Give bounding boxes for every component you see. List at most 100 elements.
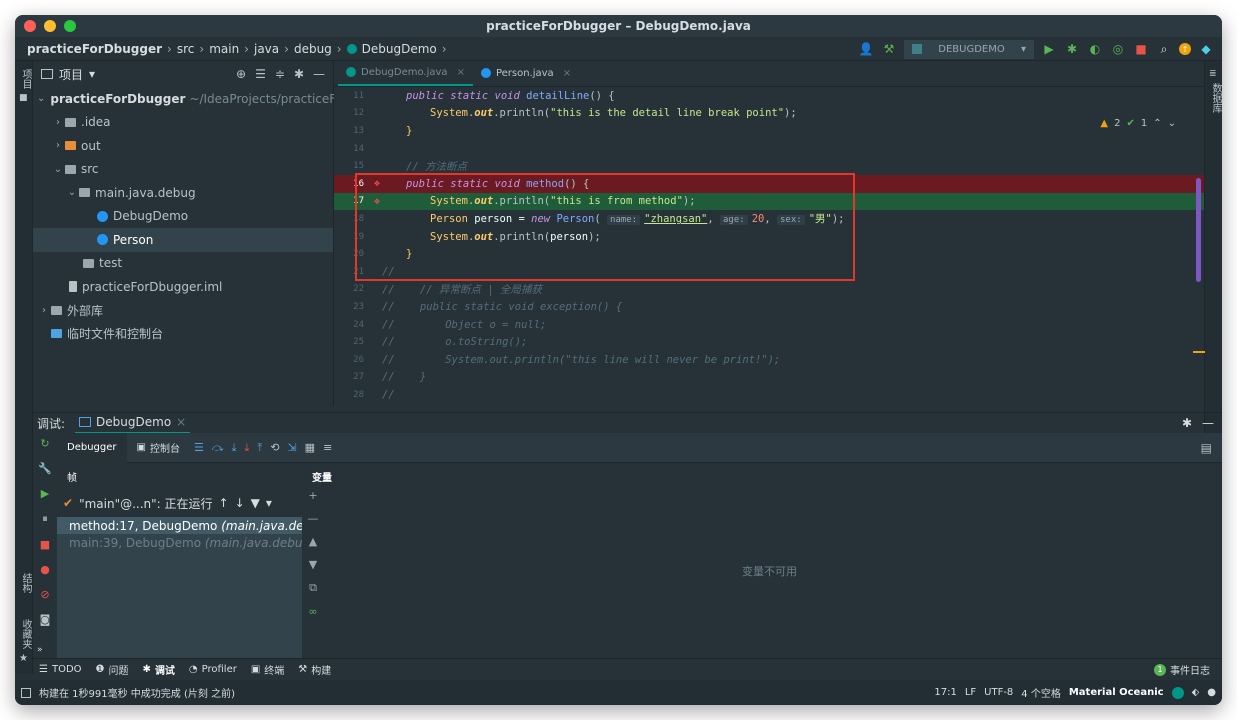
chevron-down-icon[interactable]: ⌄ xyxy=(37,93,45,104)
inspection-widget[interactable]: ▲ 2 ✔ 1 ⌃ ⌄ xyxy=(1100,118,1176,129)
line-separator[interactable]: LF xyxy=(965,687,976,698)
event-log-button[interactable]: 1 事件日志 xyxy=(1154,662,1210,677)
move-up-icon[interactable]: ▲ xyxy=(309,535,317,548)
move-down-icon[interactable]: ▼ xyxy=(309,558,317,571)
force-step-into-icon[interactable]: ⤓ xyxy=(244,441,249,455)
tree-item-selected[interactable]: Person xyxy=(33,228,333,252)
tree-item[interactable]: practiceForDbugger.iml xyxy=(33,275,333,299)
code-area[interactable]: 11 public static void detailLine() { 12 … xyxy=(334,87,1204,406)
coverage-icon[interactable]: ◐ xyxy=(1087,41,1103,57)
tree-item[interactable]: DebugDemo xyxy=(33,205,333,229)
drop-frame-icon[interactable]: ⟲ xyxy=(270,441,279,454)
favorites-tool-button[interactable]: 收藏夹 xyxy=(18,619,33,649)
project-tool-button[interactable]: 项目 xyxy=(18,69,33,89)
star-icon[interactable]: ★ xyxy=(19,653,28,664)
tab-person-java[interactable]: Person.java × xyxy=(473,60,579,86)
indent-setting[interactable]: 4 个空格 xyxy=(1021,685,1061,700)
stop-icon[interactable]: ■ xyxy=(40,538,50,551)
build-hammer-icon[interactable]: ⚒ xyxy=(881,41,897,57)
structure-tool-button[interactable]: 结构 xyxy=(18,573,33,593)
memory-icon[interactable]: ⬖ xyxy=(1192,687,1200,698)
expand-arrows-icon[interactable]: » xyxy=(37,645,43,655)
mute-breakpoints-icon[interactable]: ⊘ xyxy=(40,588,49,601)
database-tool-button[interactable]: 数据库 xyxy=(1208,83,1222,113)
close-icon[interactable]: × xyxy=(176,415,186,429)
close-window-button[interactable] xyxy=(24,20,36,32)
tab-build[interactable]: ⚒ 构建 xyxy=(298,662,331,677)
tree-item[interactable]: ⌄ src xyxy=(33,158,333,182)
gear-icon[interactable]: ✱ xyxy=(294,67,304,81)
error-stripe-marker[interactable] xyxy=(1193,351,1205,353)
breakpoint-icon[interactable]: ❖ xyxy=(374,196,380,207)
project-icon[interactable]: ■ xyxy=(19,93,28,103)
filter-icon[interactable]: ▼ xyxy=(251,496,260,510)
tab-terminal[interactable]: ▣ 终端 xyxy=(251,662,284,677)
step-into-icon[interactable]: ⤓ xyxy=(232,441,237,455)
method-breakpoint-icon[interactable]: ❖ xyxy=(374,178,380,189)
trace-icon[interactable]: ≡ xyxy=(323,441,332,454)
layout-settings-icon[interactable]: ▤ xyxy=(1201,441,1212,455)
console-tab[interactable]: ▣ 控制台 xyxy=(127,433,190,463)
copy-icon[interactable]: ⧉ xyxy=(309,581,317,595)
toggle-tool-windows-icon[interactable] xyxy=(21,687,31,698)
close-icon[interactable]: × xyxy=(563,68,571,79)
profile-icon[interactable]: ◎ xyxy=(1110,41,1126,57)
tab-todo[interactable]: ☰ TODO xyxy=(39,664,82,675)
close-icon[interactable]: × xyxy=(457,67,465,78)
tree-item[interactable]: 临时文件和控制台 xyxy=(33,322,333,346)
chevron-up-icon[interactable]: ⌃ xyxy=(1153,118,1161,129)
camera-icon[interactable]: ◙ xyxy=(40,613,51,626)
expand-all-icon[interactable]: ☰ xyxy=(255,67,266,81)
jetbrains-logo-icon[interactable]: ◆ xyxy=(1198,41,1214,57)
tab-profiler[interactable]: ◔ Profiler xyxy=(189,664,237,675)
add-watch-icon[interactable]: + xyxy=(308,489,317,502)
arrow-up-icon[interactable]: ↑ xyxy=(219,496,229,510)
hide-icon[interactable]: — xyxy=(1202,416,1214,430)
debugger-tab[interactable]: Debugger xyxy=(57,432,127,463)
update-icon[interactable]: ↑ xyxy=(1179,43,1191,55)
breadcrumb-debugdemo[interactable]: DebugDemo xyxy=(362,42,437,56)
editor-scrollbar-thumb[interactable] xyxy=(1196,178,1201,282)
locate-icon[interactable]: ⊕ xyxy=(236,67,246,81)
breadcrumb-main[interactable]: main xyxy=(209,42,239,56)
thread-selector[interactable]: ✔ "main"@...n": 正在运行 ↑ ↓ ▼ ▾ xyxy=(57,489,302,517)
run-config-select[interactable]: DEBUGDEMO ▾ xyxy=(904,39,1034,59)
stack-frame[interactable]: method:17, DebugDemo (main.java.debug) xyxy=(57,517,302,534)
stack-frame[interactable]: main:39, DebugDemo (main.java.debug) xyxy=(57,534,302,551)
gear-icon[interactable]: ✱ xyxy=(1182,416,1192,430)
evaluate-icon[interactable]: ▦ xyxy=(305,441,315,454)
resume-icon[interactable]: ▶ xyxy=(41,487,49,500)
tree-item[interactable]: › .idea xyxy=(33,111,333,135)
chevron-right-icon[interactable]: › xyxy=(51,140,65,151)
chevron-down-icon[interactable]: ⌄ xyxy=(1168,118,1176,129)
breadcrumb-project[interactable]: practiceForDbugger xyxy=(27,42,162,56)
search-icon[interactable]: ⌕ xyxy=(1156,41,1172,57)
collapse-all-icon[interactable]: ≑ xyxy=(275,67,285,81)
tree-item[interactable]: › 外部库 xyxy=(33,299,333,323)
tab-problems[interactable]: ❶ 问题 xyxy=(96,662,129,677)
theme-name[interactable]: Material Oceanic xyxy=(1069,687,1164,698)
tree-item[interactable]: ⌄ practiceForDbugger ~/IdeaProjects/prac… xyxy=(33,87,365,111)
rerun-icon[interactable]: ↻ xyxy=(40,437,49,450)
breadcrumb-java[interactable]: java xyxy=(254,42,279,56)
chevron-down-icon[interactable]: ⌄ xyxy=(65,187,79,198)
remove-watch-icon[interactable]: — xyxy=(308,512,319,525)
chevron-right-icon[interactable]: › xyxy=(37,305,51,316)
database-icon[interactable]: ≣ xyxy=(1209,69,1217,79)
notification-icon[interactable]: ● xyxy=(1207,687,1216,698)
step-out-icon[interactable]: ⤒ xyxy=(257,441,262,455)
breadcrumb-src[interactable]: src xyxy=(177,42,195,56)
file-encoding[interactable]: UTF-8 xyxy=(984,687,1013,698)
run-icon[interactable]: ▶ xyxy=(1041,41,1057,57)
run-to-cursor-icon[interactable]: ⇲ xyxy=(287,441,296,454)
debug-session-tab[interactable]: DebugDemo × xyxy=(75,413,191,434)
step-over-icon[interactable]: ⤼ xyxy=(212,441,224,455)
zoom-window-button[interactable] xyxy=(64,20,76,32)
arrow-down-icon[interactable]: ↓ xyxy=(235,496,245,510)
caret-position[interactable]: 17:1 xyxy=(934,687,956,698)
dropdown-arrow-icon[interactable]: ▾ xyxy=(89,67,95,81)
tab-debugdemo-java[interactable]: DebugDemo.java × xyxy=(338,60,473,86)
project-view-select[interactable]: 项目 xyxy=(59,66,83,83)
chevron-right-icon[interactable]: › xyxy=(51,117,65,128)
view-breakpoints-icon[interactable]: ● xyxy=(40,563,50,576)
